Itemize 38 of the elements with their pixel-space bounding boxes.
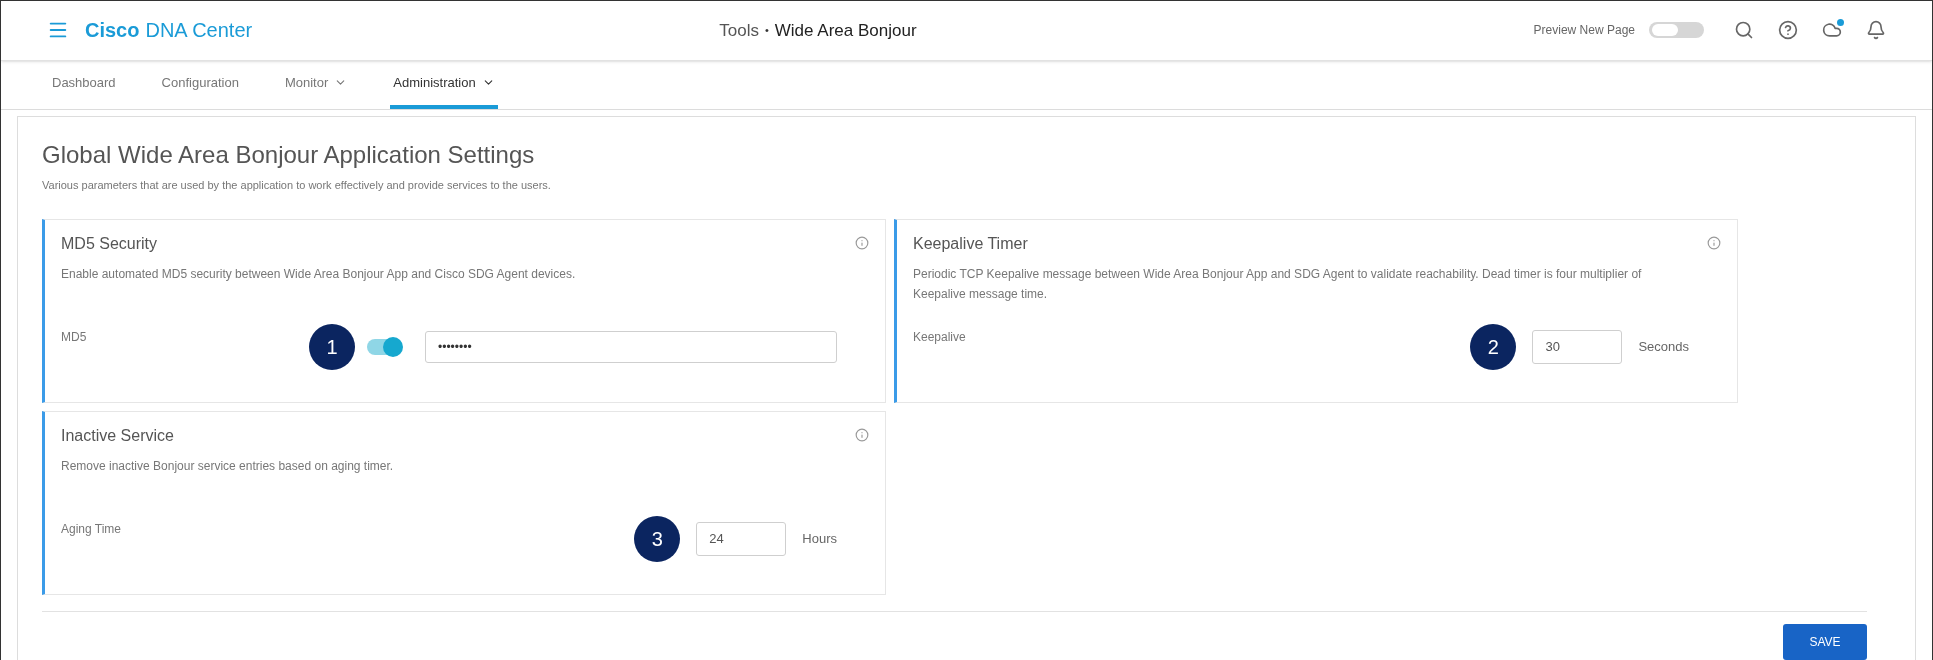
- callout-number: 1: [309, 324, 355, 370]
- breadcrumb-separator: •: [764, 23, 769, 39]
- brand-product: DNA Center: [145, 18, 253, 44]
- info-icon[interactable]: [855, 428, 869, 442]
- toggle-switch[interactable]: [367, 339, 401, 355]
- card-title: MD5 Security: [61, 234, 158, 254]
- page-subtitle: Various parameters that are used by the application to work effectively and provide services to the users.: [42, 177, 552, 193]
- brand-name: Cisco: [85, 18, 140, 44]
- card-title: Inactive Service: [61, 426, 174, 446]
- password-field[interactable]: ••••••••: [425, 331, 837, 363]
- nav-tab[interactable]: Administration: [390, 60, 498, 109]
- nav-tab[interactable]: Dashboard: [49, 60, 119, 109]
- search-icon[interactable]: [1734, 20, 1754, 41]
- unit-label: Seconds: [1638, 338, 1689, 357]
- card-description: Periodic TCP Keepalive message between Wide Area Bonjour App and SDG Agent to validate reachability. Dead timer is four multiplier of Keepalive message time.: [913, 266, 1643, 303]
- card-description: Enable automated MD5 security between Wide Area Bonjour App and Cisco SDG Agent devices.: [61, 266, 577, 283]
- card-description: Remove inactive Bonjour service entries based on aging timer.: [61, 458, 395, 475]
- card-title: Keepalive Timer: [913, 234, 1028, 254]
- field-label: MD5: [61, 329, 87, 346]
- page-title: Global Wide Area Bonjour Application Settings: [42, 139, 536, 170]
- callout-number: 3: [634, 516, 681, 562]
- nav-tab[interactable]: Monitor: [281, 60, 351, 109]
- preview-toggle[interactable]: [1649, 22, 1704, 39]
- save-button[interactable]: SAVE: [1783, 624, 1867, 660]
- unit-label: Hours: [802, 530, 837, 549]
- notification-bell-icon[interactable]: [1866, 20, 1886, 41]
- field-label: Keepalive: [913, 329, 966, 346]
- help-icon[interactable]: [1778, 20, 1798, 41]
- field-label: Aging Time: [61, 521, 122, 538]
- page-heading: Wide Area Bonjour: [774, 19, 917, 42]
- info-icon[interactable]: [855, 236, 869, 250]
- breadcrumb-parent[interactable]: Tools: [719, 17, 759, 44]
- callout-number: 2: [1470, 324, 1517, 370]
- number-field[interactable]: 30: [1532, 330, 1623, 364]
- number-field[interactable]: 24: [696, 522, 787, 556]
- nav-tab[interactable]: Configuration: [158, 60, 242, 109]
- info-icon[interactable]: [1707, 236, 1721, 250]
- preview-label: Preview New Page: [1533, 22, 1635, 40]
